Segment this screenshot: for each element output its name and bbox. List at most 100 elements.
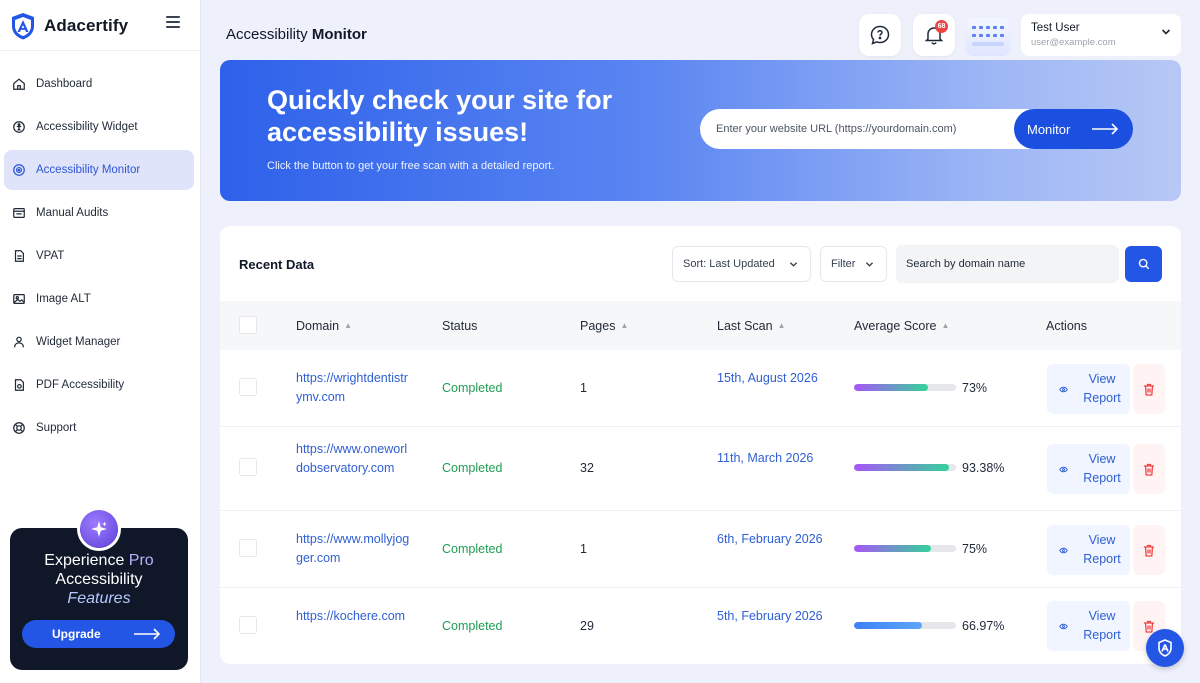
pages-count: 1 [580, 381, 587, 395]
sidebar-item-support[interactable]: Support [4, 408, 194, 448]
domain-link[interactable]: https://www.mollyjogger.com [296, 530, 411, 568]
score-value: 66.97% [962, 619, 1005, 633]
arrow-right-icon [1092, 123, 1119, 135]
sidebar-item-label: Dashboard [36, 78, 93, 90]
select-all-checkbox[interactable] [239, 316, 257, 334]
column-header-last-scan[interactable]: Last Scan ▲︎ [717, 301, 786, 350]
view-report-button[interactable]: View Report [1047, 601, 1130, 651]
apps-grid-button[interactable] [965, 18, 1011, 56]
monitor-button-label: Monitor [1027, 121, 1071, 137]
column-header-pages[interactable]: Pages ▲︎ [580, 301, 628, 350]
sidebar-item-label: Image ALT [36, 293, 91, 305]
sort-dropdown[interactable]: Sort: Last Updated [672, 246, 811, 282]
view-report-label: View Report [1083, 452, 1121, 485]
page-title-light: Accessibility [226, 26, 312, 43]
column-label: Last Scan [717, 318, 773, 333]
row-checkbox[interactable] [239, 616, 257, 634]
score-bar [854, 545, 956, 552]
domain-link[interactable]: https://wrightdentistrymv.com [296, 369, 411, 407]
chat-help-icon [870, 25, 890, 45]
sidebar-item-image-alt[interactable]: Image ALT [4, 279, 194, 319]
upgrade-promo-card: Experience Pro Accessibility Features Up… [10, 510, 188, 670]
sidebar-item-label: Accessibility Monitor [36, 164, 141, 176]
filter-dropdown[interactable]: Filter [820, 246, 887, 282]
menu-toggle-icon[interactable] [166, 16, 180, 28]
delete-button[interactable] [1133, 525, 1165, 575]
column-header-actions: Actions [1046, 301, 1087, 350]
last-scan-date: 11th, March 2026 [717, 451, 814, 465]
hero-subtitle: Click the button to get your free scan w… [267, 160, 555, 172]
view-report-button[interactable]: View Report [1047, 364, 1130, 414]
filter-label: Filter [831, 258, 856, 270]
column-header-domain[interactable]: Domain ▲︎ [296, 301, 352, 350]
score-value: 73% [962, 381, 988, 395]
table-row: https://kochere.com Completed 29 5th, Fe… [220, 588, 1181, 664]
brand-name: Adacertify [44, 16, 129, 35]
brand-logo-icon [12, 13, 34, 40]
column-header-average-score[interactable]: Average Score ▲︎ [854, 301, 949, 350]
monitor-button[interactable]: Monitor [1014, 109, 1133, 149]
promo-line3: Features [67, 590, 131, 607]
eye-icon [1059, 547, 1068, 553]
user-menu[interactable]: Test User user@example.com [1021, 14, 1181, 56]
users-icon [14, 336, 24, 348]
row-checkbox[interactable] [239, 378, 257, 396]
promo-pro: Pro [128, 552, 154, 569]
sidebar-item-label: PDF Accessibility [36, 379, 125, 391]
row-checkbox[interactable] [239, 539, 257, 557]
column-label: Status [442, 318, 478, 333]
brand[interactable]: Adacertify [8, 10, 128, 42]
table-row: https://www.oneworldobservatory.com Comp… [220, 427, 1181, 511]
sidebar-item-label: Manual Audits [36, 207, 109, 219]
pages-count: 29 [580, 619, 594, 633]
sort-label: Sort: Last Updated [683, 258, 775, 270]
row-checkbox[interactable] [239, 458, 257, 476]
help-chat-button[interactable] [859, 14, 901, 56]
sidebar-item-accessibility-monitor[interactable]: Accessibility Monitor [4, 150, 194, 190]
eye-icon [1059, 623, 1068, 629]
domain-link[interactable]: https://kochere.com [296, 607, 411, 626]
sidebar-item-accessibility-widget[interactable]: Accessibility Widget [4, 107, 194, 147]
sidebar-item-widget-manager[interactable]: Widget Manager [4, 322, 194, 362]
sidebar-item-vpat[interactable]: VPAT [4, 236, 194, 276]
recent-data-card: Recent Data Sort: Last Updated Filter Do… [220, 226, 1181, 664]
sidebar-item-dashboard[interactable]: Dashboard [4, 64, 194, 104]
sidebar-divider [0, 50, 200, 51]
page-title-bold: Monitor [311, 26, 367, 43]
status-text: Completed [442, 542, 503, 556]
website-url-input[interactable] [716, 109, 986, 149]
search-button[interactable] [1125, 246, 1162, 282]
notifications-button[interactable]: 68 [913, 14, 955, 56]
score-bar-fill [854, 464, 950, 471]
chevron-down-icon [1161, 29, 1171, 35]
sidebar-item-pdf-accessibility[interactable]: PDF Accessibility [4, 365, 194, 405]
sidebar-item-manual-audits[interactable]: Manual Audits [4, 193, 194, 233]
delete-button[interactable] [1133, 444, 1165, 494]
view-report-button[interactable]: View Report [1047, 444, 1130, 494]
domain-search-input[interactable] [896, 245, 1119, 283]
domain-link[interactable]: https://www.oneworldobservatory.com [296, 440, 411, 478]
status-text: Completed [442, 619, 503, 633]
sidebar-item-label: Support [36, 422, 77, 434]
delete-button[interactable] [1133, 364, 1165, 414]
chevron-down-icon [865, 261, 874, 267]
column-header-status: Status [442, 301, 477, 350]
score-value: 75% [962, 542, 988, 556]
column-label: Actions [1046, 318, 1087, 333]
trash-icon [1144, 620, 1154, 633]
score-bar [854, 384, 956, 391]
last-scan-date: 15th, August 2026 [717, 371, 818, 385]
accessibility-widget-button[interactable] [1146, 629, 1184, 667]
chevron-down-icon [789, 261, 798, 267]
sidebar: Adacertify Dashboard Accessibility Widge… [0, 0, 201, 683]
view-report-button[interactable]: View Report [1047, 525, 1130, 575]
upgrade-button[interactable]: Upgrade [22, 620, 175, 648]
document-icon [14, 250, 24, 262]
promo-line2: Accessibility [55, 571, 143, 588]
trash-icon [1144, 544, 1154, 557]
table-header: Domain ▲︎ Status Pages ▲︎ Last Scan ▲︎ Aver… [220, 301, 1181, 350]
score-value: 93.38% [962, 461, 1005, 475]
sidebar-item-label: Accessibility Widget [36, 121, 138, 133]
eye-icon [1059, 386, 1068, 392]
status-text: Completed [442, 461, 503, 475]
